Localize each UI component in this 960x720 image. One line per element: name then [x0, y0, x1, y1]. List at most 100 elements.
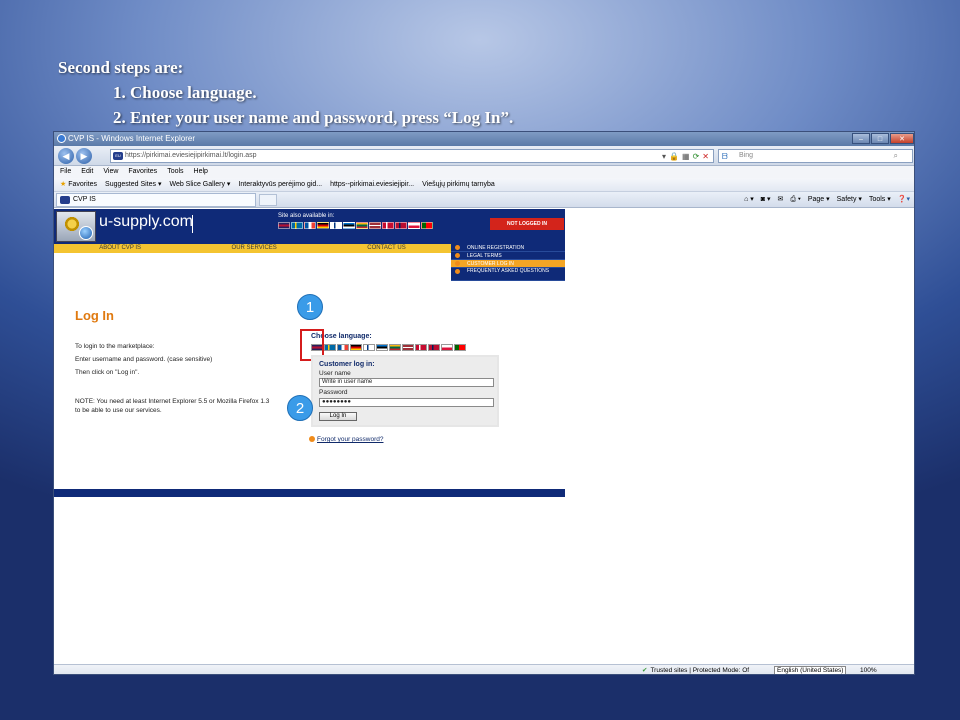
- step-marker-2: 2: [287, 395, 313, 421]
- flag-no-icon[interactable]: [428, 344, 440, 351]
- search-icon[interactable]: ⌕: [894, 150, 898, 162]
- minimize-icon[interactable]: –: [852, 133, 870, 144]
- flag-se-icon[interactable]: [324, 344, 336, 351]
- print-icon[interactable]: ⎙ ▾: [790, 194, 801, 206]
- header-language-flags: [278, 222, 433, 229]
- refresh-icon[interactable]: ⟳: [693, 151, 700, 163]
- favorites-button[interactable]: ★ Favorites: [60, 178, 97, 191]
- password-input[interactable]: ●●●●●●●●: [319, 398, 494, 407]
- compat-icon[interactable]: ▦: [682, 151, 690, 163]
- maximize-icon[interactable]: □: [871, 133, 889, 144]
- flag-fi-icon[interactable]: [330, 222, 342, 229]
- language-flags: [311, 344, 466, 351]
- help-icon[interactable]: ❓▾: [898, 194, 910, 206]
- menu-edit[interactable]: Edit: [81, 166, 93, 178]
- flag-lv-icon[interactable]: [402, 344, 414, 351]
- menu-file[interactable]: File: [60, 166, 71, 178]
- available-languages-label: Site also available in:: [278, 213, 335, 219]
- flag-dk-icon[interactable]: [415, 344, 427, 351]
- flag-de-icon[interactable]: [317, 222, 329, 229]
- side-item-faq[interactable]: FREQUENTLY ASKED QUESTIONS: [451, 268, 565, 281]
- menu-tools[interactable]: Tools: [167, 166, 183, 178]
- search-placeholder: Bing: [739, 152, 754, 159]
- address-bar[interactable]: EU https://pirkimai.eviesiejipirkimai.lt…: [110, 149, 714, 163]
- status-bar: Trusted sites | Protected Mode: Of Engli…: [54, 664, 914, 674]
- back-icon[interactable]: ◀: [58, 148, 74, 164]
- flag-ee-icon[interactable]: [376, 344, 388, 351]
- favorite-item[interactable]: https--pirkimai.eviesiejipir...: [330, 178, 414, 191]
- favorite-item[interactable]: Interaktyvūs perėjimo gid...: [238, 178, 322, 191]
- favorite-item[interactable]: Suggested Sites ▾: [105, 178, 161, 191]
- flag-fr-icon[interactable]: [337, 344, 349, 351]
- address-url: https://pirkimai.eviesiejipirkimai.lt/lo…: [125, 152, 257, 159]
- site-logo-icon[interactable]: [56, 211, 96, 242]
- tab-cvp-is[interactable]: CVP IS: [56, 193, 256, 207]
- security-zone-status[interactable]: Trusted sites | Protected Mode: Of: [642, 665, 749, 674]
- slide-instructions: Second steps are: 1. Choose language. 2.…: [58, 55, 513, 130]
- flag-pl-icon[interactable]: [441, 344, 453, 351]
- browser-note: NOTE: You need at least Internet Explore…: [75, 398, 270, 414]
- flag-no-icon[interactable]: [395, 222, 407, 229]
- flag-pt-icon[interactable]: [454, 344, 466, 351]
- favorite-item[interactable]: Web Slice Gallery ▾: [169, 178, 230, 191]
- slide-heading: Second steps are:: [58, 58, 184, 77]
- stop-icon[interactable]: ✕: [702, 151, 709, 163]
- flag-lv-icon[interactable]: [369, 222, 381, 229]
- favorite-item[interactable]: Viešųjų pirkimų tarnyba: [422, 178, 495, 191]
- menu-favorites[interactable]: Favorites: [128, 166, 157, 178]
- close-icon[interactable]: ✕: [890, 133, 914, 144]
- browser-screenshot: CVP IS - Windows Internet Explorer – □ ✕…: [53, 131, 915, 675]
- home-icon[interactable]: ⌂ ▾: [744, 194, 754, 206]
- flag-lt-icon[interactable]: [389, 344, 401, 351]
- feeds-icon[interactable]: ◙ ▾: [761, 194, 771, 206]
- flag-ee-icon[interactable]: [343, 222, 355, 229]
- side-item-login[interactable]: CUSTOMER LOG IN: [451, 260, 565, 268]
- tab-bar: CVP IS ⌂ ▾ ◙ ▾ ✉ ⎙ ▾ Page ▾ Safety ▾ Too…: [54, 192, 914, 208]
- new-tab-button[interactable]: [259, 194, 277, 206]
- flag-lt-icon[interactable]: [356, 222, 368, 229]
- nav-services[interactable]: OUR SERVICES: [232, 244, 277, 253]
- search-box[interactable]: ᗷ Bing ⌕: [718, 149, 913, 163]
- favorites-label: Favorites: [68, 181, 98, 188]
- flag-uk-icon[interactable]: [278, 222, 290, 229]
- site-favicon-icon: EU: [113, 152, 123, 160]
- forgot-password-link[interactable]: Forgot your password?: [309, 436, 383, 443]
- forward-icon[interactable]: ▶: [76, 148, 92, 164]
- tools-menu[interactable]: Tools ▾: [869, 194, 891, 206]
- flag-pt-icon[interactable]: [421, 222, 433, 229]
- flag-pl-icon[interactable]: [408, 222, 420, 229]
- step-marker-1: 1: [297, 294, 323, 320]
- zoom-level[interactable]: 100%: [860, 665, 877, 674]
- dropdown-icon[interactable]: ▾: [662, 151, 666, 163]
- info-line: Enter username and password. (case sensi…: [75, 356, 213, 363]
- safety-menu[interactable]: Safety ▾: [837, 194, 862, 206]
- customer-login-form: Customer log in: User name Write in user…: [311, 355, 499, 427]
- menu-view[interactable]: View: [103, 166, 118, 178]
- nav-about[interactable]: ABOUT CVP IS: [99, 244, 141, 253]
- flag-fi-icon[interactable]: [363, 344, 375, 351]
- login-button[interactable]: Log In: [319, 412, 357, 421]
- menu-help[interactable]: Help: [194, 166, 208, 178]
- lock-icon[interactable]: 🔒: [669, 151, 679, 163]
- site-logo-text[interactable]: u-supply.com: [99, 213, 193, 231]
- flag-se-icon[interactable]: [291, 222, 303, 229]
- nav-contact[interactable]: CONTACT US: [367, 244, 405, 253]
- password-label: Password: [319, 389, 348, 396]
- flag-dk-icon[interactable]: [382, 222, 394, 229]
- tab-title: CVP IS: [73, 196, 96, 203]
- side-item-registration[interactable]: ONLINE REGISTRATION: [451, 244, 565, 252]
- side-item-legal[interactable]: LEGAL TERMS: [451, 252, 565, 260]
- not-logged-in-badge: NOT LOGGED IN: [490, 218, 564, 230]
- page-menu[interactable]: Page ▾: [808, 194, 830, 206]
- mail-icon[interactable]: ✉: [777, 194, 783, 206]
- slide-step-1: 1. Choose language.: [113, 83, 257, 102]
- slide-step-2: 2. Enter your user name and password, pr…: [113, 108, 514, 127]
- window-titlebar: CVP IS - Windows Internet Explorer – □ ✕: [54, 132, 914, 146]
- username-input[interactable]: Write in user name: [319, 378, 494, 387]
- flag-de-icon[interactable]: [350, 344, 362, 351]
- window-controls: – □ ✕: [852, 133, 914, 144]
- flag-fr-icon[interactable]: [304, 222, 316, 229]
- navigation-bar: ◀ ▶ EU https://pirkimai.eviesiejipirkima…: [54, 146, 914, 166]
- site-favicon-icon: [60, 196, 70, 204]
- site-footer-bar: [54, 489, 565, 497]
